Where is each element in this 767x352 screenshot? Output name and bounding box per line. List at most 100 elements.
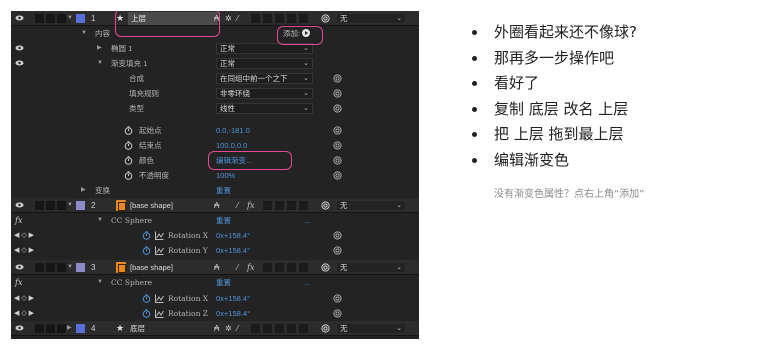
effect-options[interactable]: ... xyxy=(304,213,310,228)
switch-box[interactable] xyxy=(275,201,284,210)
graph-icon[interactable] xyxy=(155,246,164,255)
add-button[interactable]: 添加: xyxy=(283,27,311,40)
label-color-swatch[interactable] xyxy=(76,201,85,210)
switch-box[interactable] xyxy=(263,14,272,23)
expression-pickwhip-icon[interactable] xyxy=(333,246,342,255)
switch-box[interactable] xyxy=(299,263,308,272)
rotation-x-value[interactable]: 0x+158.4° xyxy=(216,291,250,306)
expand-triangle-icon[interactable]: ▼ xyxy=(67,201,73,210)
eye-icon[interactable] xyxy=(15,325,24,331)
collapse-icon[interactable]: ✲ xyxy=(225,13,232,24)
parent-dropdown[interactable]: 无 ⌄ xyxy=(336,13,406,24)
lock-toggle[interactable] xyxy=(57,263,66,272)
rotation-z-value[interactable]: 0x+158.4° xyxy=(216,306,250,321)
parent-pickwhip-icon[interactable] xyxy=(321,324,330,333)
lock-toggle[interactable] xyxy=(57,324,66,333)
expand-triangle-icon[interactable]: ▼ xyxy=(81,29,87,38)
end-point-value[interactable]: 100.0,0.0 xyxy=(216,138,247,153)
transform-reset[interactable]: 重置 xyxy=(216,183,231,198)
layer-name[interactable]: [base shape] xyxy=(130,198,173,213)
layer-name[interactable]: 底层 xyxy=(130,321,145,336)
parent-dropdown[interactable]: 无 ⌄ xyxy=(336,200,406,211)
keyframe-nav-icon[interactable]: ◀ ◇ ▶ xyxy=(14,243,34,258)
quality-icon[interactable]: ⁄ xyxy=(237,323,238,334)
keyframe-nav-icon[interactable]: ◀ ◇ ▶ xyxy=(14,228,34,243)
parent-pickwhip-icon[interactable] xyxy=(321,14,330,23)
switch-box[interactable] xyxy=(287,201,296,210)
switch-box[interactable] xyxy=(287,263,296,272)
effect-options[interactable]: ... xyxy=(304,275,310,290)
audio-toggle[interactable] xyxy=(35,14,44,23)
solo-toggle[interactable] xyxy=(46,201,55,210)
expand-triangle-icon[interactable]: ▶ xyxy=(81,186,86,195)
eye-icon[interactable] xyxy=(15,202,24,208)
stopwatch-icon[interactable] xyxy=(142,309,151,318)
shy-icon[interactable]: ₳ xyxy=(214,13,219,24)
graph-icon[interactable] xyxy=(155,231,164,240)
switch-box[interactable] xyxy=(275,324,284,333)
solo-toggle[interactable] xyxy=(46,14,55,23)
fx-switch-icon[interactable]: fx xyxy=(247,262,254,273)
keyframe-nav-icon[interactable]: ◀ ◇ ▶ xyxy=(14,291,34,306)
expand-triangle-icon[interactable]: ▼ xyxy=(67,14,73,23)
shy-icon[interactable]: ₳ xyxy=(214,323,219,334)
switch-box[interactable] xyxy=(275,14,284,23)
switch-box[interactable] xyxy=(251,14,260,23)
layer-row-lower[interactable]: ▶ 4 ★ 底层 ₳ ✲ ⁄ 无 ⌄ xyxy=(11,321,419,336)
gradient-fill-row[interactable]: ▼ 渐变填充 1 正常 ⌄ xyxy=(11,56,419,71)
expression-pickwhip-icon[interactable] xyxy=(333,294,342,303)
expand-triangle-icon[interactable]: ▼ xyxy=(97,278,103,287)
shy-icon[interactable]: ₳ xyxy=(214,200,219,211)
expand-triangle-icon[interactable]: ▶ xyxy=(67,324,72,333)
rotation-x-value[interactable]: 0x+158.4° xyxy=(216,228,250,243)
shy-icon[interactable]: ₳ xyxy=(214,262,219,273)
switch-box[interactable] xyxy=(287,324,296,333)
switch-box[interactable] xyxy=(251,324,260,333)
composite-dropdown[interactable]: 在同组中前一个之下 ⌄ xyxy=(216,73,313,84)
fx-switch-icon[interactable]: fx xyxy=(247,200,254,211)
eye-icon[interactable] xyxy=(15,15,24,21)
eye-icon[interactable] xyxy=(15,60,24,66)
eye-icon[interactable] xyxy=(15,264,24,270)
layer-row-base-3[interactable]: ▼ 3 [base shape] ₳ ⁄ fx 无 ⌄ xyxy=(11,260,419,275)
expression-pickwhip-icon[interactable] xyxy=(333,104,342,113)
gradient-blend-dropdown[interactable]: 正常 ⌄ xyxy=(216,58,313,69)
parent-dropdown[interactable]: 无 ⌄ xyxy=(336,323,406,334)
label-color-swatch[interactable] xyxy=(76,324,85,333)
layer-name[interactable]: 上层 xyxy=(128,12,218,25)
layer-name[interactable]: [base shape] xyxy=(130,260,173,275)
layer-row-upper[interactable]: ▼ 1 ★ 上层 ₳ ✲ ⁄ 无 ⌄ xyxy=(11,11,419,26)
parent-pickwhip-icon[interactable] xyxy=(321,263,330,272)
stopwatch-icon[interactable] xyxy=(124,141,133,150)
collapse-icon[interactable]: ✲ xyxy=(225,323,232,334)
audio-toggle[interactable] xyxy=(35,324,44,333)
keyframe-nav-icon[interactable]: ◀ ◇ ▶ xyxy=(14,306,34,321)
graph-icon[interactable] xyxy=(155,309,164,318)
edit-gradient-link[interactable]: 编辑渐变... xyxy=(216,153,252,168)
effect-reset[interactable]: 重置 xyxy=(216,213,231,228)
ellipse-row[interactable]: ▶ 椭圆 1 正常 ⌄ xyxy=(11,41,419,56)
expression-pickwhip-icon[interactable] xyxy=(333,231,342,240)
audio-toggle[interactable] xyxy=(35,201,44,210)
layer-row-base-2[interactable]: ▼ 2 [base shape] ₳ ⁄ fx 无 ⌄ xyxy=(11,198,419,213)
expression-pickwhip-icon[interactable] xyxy=(333,156,342,165)
solo-toggle[interactable] xyxy=(46,263,55,272)
expression-pickwhip-icon[interactable] xyxy=(333,309,342,318)
stopwatch-icon[interactable] xyxy=(124,126,133,135)
opacity-value[interactable]: 100% xyxy=(216,168,235,183)
parent-dropdown[interactable]: 无 ⌄ xyxy=(336,262,406,273)
expression-pickwhip-icon[interactable] xyxy=(333,89,342,98)
quality-icon[interactable]: ⁄ xyxy=(237,13,238,24)
lock-toggle[interactable] xyxy=(57,14,66,23)
switch-box[interactable] xyxy=(263,263,272,272)
type-dropdown[interactable]: 线性 ⌄ xyxy=(216,103,313,114)
solo-toggle[interactable] xyxy=(46,324,55,333)
switch-box[interactable] xyxy=(275,263,284,272)
parent-pickwhip-icon[interactable] xyxy=(321,201,330,210)
lock-toggle[interactable] xyxy=(57,201,66,210)
start-point-value[interactable]: 0.0,-181.0 xyxy=(216,123,250,138)
expand-triangle-icon[interactable]: ▼ xyxy=(67,263,73,272)
label-color-swatch[interactable] xyxy=(76,14,85,23)
switch-box[interactable] xyxy=(299,14,308,23)
expression-pickwhip-icon[interactable] xyxy=(333,126,342,135)
